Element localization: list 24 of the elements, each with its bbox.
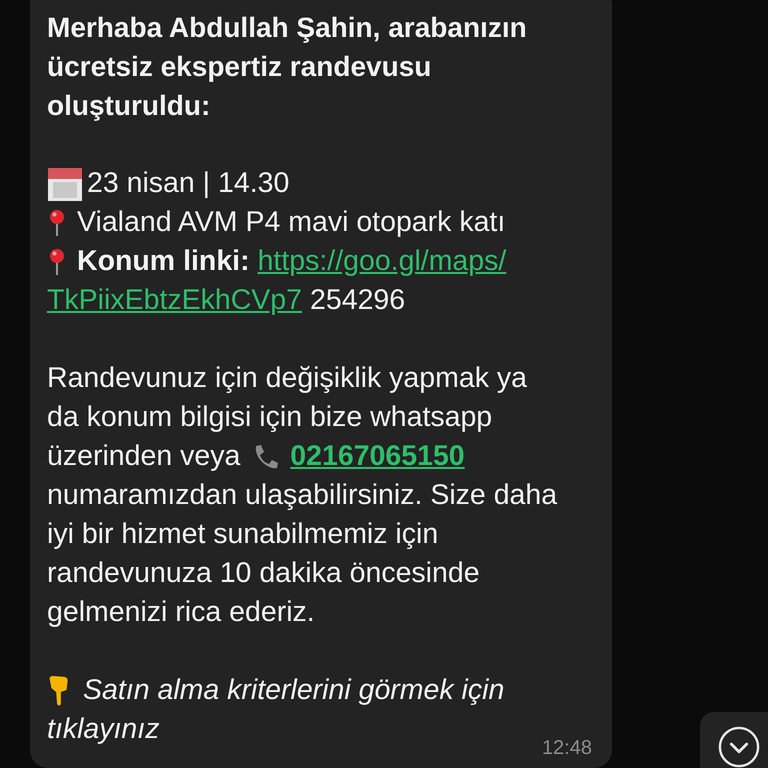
info-text: numaramızdan ulaşabilirsiniz. Size daha (47, 478, 558, 513)
greeting-text: Merhaba Abdullah Şahin, arabanızın (47, 11, 527, 45)
purchase-criteria-text[interactable]: Satın alma kriterlerini görmek için (83, 671, 504, 710)
map-link[interactable]: https://goo.gl/maps/ (258, 242, 506, 281)
pushpin-icon (47, 248, 67, 276)
greeting-text: ücretsiz ekspertiz randevusu (47, 50, 432, 84)
link-label: Konum linki: (77, 244, 250, 279)
message-time: 12:48 (542, 736, 592, 761)
info-text: randevunuza 10 dakika öncesinde (47, 556, 480, 591)
info-text: gelmenizi rica ederiz. (47, 595, 315, 630)
info-text: da konum bilgisi için bize whatsapp (47, 400, 492, 435)
info-text: Randevunuz için değişiklik yapmak ya (47, 361, 527, 396)
greeting-text: oluşturuldu: (47, 89, 210, 123)
chevron-down-icon (718, 726, 760, 768)
info-text: iyi bir hizmet sunabilmemiz için (47, 517, 438, 552)
map-link[interactable]: TkPiixEbtzEkhCVp7 (47, 281, 302, 320)
pushpin-icon (47, 208, 67, 236)
calendar-icon (47, 166, 83, 202)
info-text: üzerinden veya (47, 439, 240, 474)
location-text: Vialand AVM P4 mavi otopark katı (77, 205, 506, 240)
code-text: 254296 (310, 283, 406, 318)
purchase-criteria-text[interactable]: tıklayınız (47, 710, 160, 749)
phone-link[interactable]: 02167065150 (290, 437, 465, 476)
date-time-text: 23 nisan | 14.30 (87, 166, 290, 201)
